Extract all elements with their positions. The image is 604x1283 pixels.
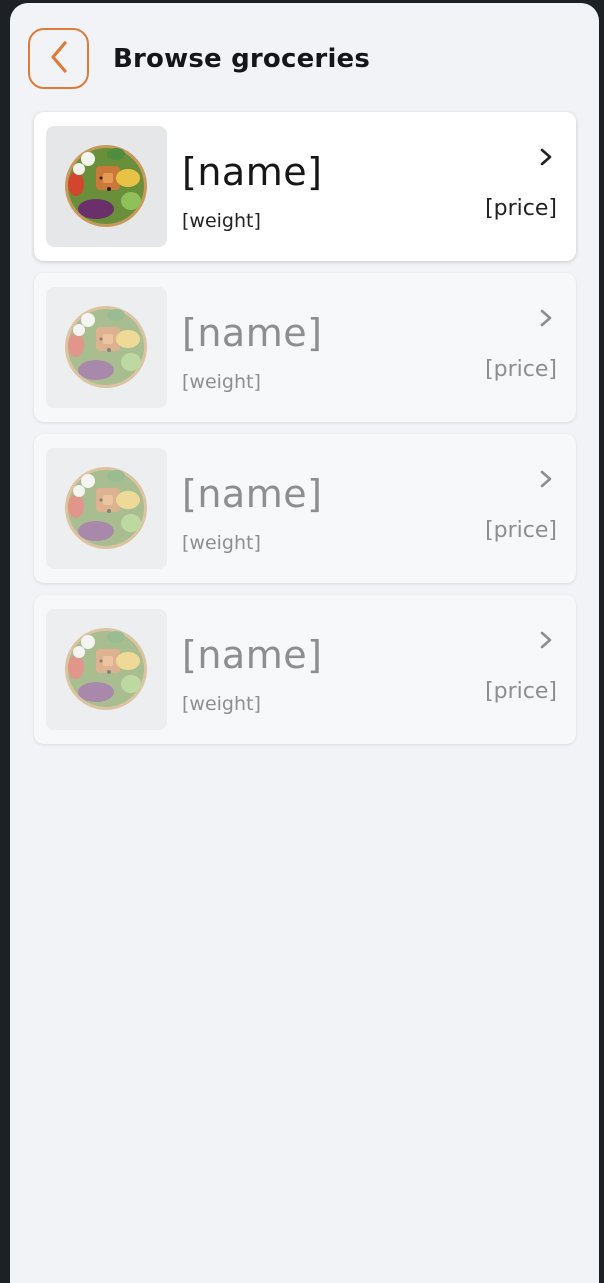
grocery-item[interactable]: [name] [weight] [price]	[34, 112, 576, 261]
chevron-right-icon	[538, 308, 554, 328]
item-price: [price]	[485, 196, 557, 221]
grocery-list: [name] [weight] [price] [name] [weight] …	[34, 112, 576, 756]
product-image	[46, 448, 167, 569]
item-weight: [weight]	[182, 210, 261, 232]
item-name: [name]	[182, 472, 323, 516]
page-title: Browse groceries	[113, 43, 371, 74]
grocery-item[interactable]: [name] [weight] [price]	[34, 595, 576, 744]
item-weight: [weight]	[182, 532, 261, 554]
product-image	[46, 126, 167, 247]
item-price: [price]	[485, 518, 557, 543]
item-weight: [weight]	[182, 371, 261, 393]
item-weight: [weight]	[182, 693, 261, 715]
product-image	[46, 287, 167, 408]
chevron-right-icon	[538, 469, 554, 489]
chevron-right-icon	[538, 630, 554, 650]
product-image	[46, 609, 167, 730]
item-name: [name]	[182, 633, 323, 677]
item-price: [price]	[485, 357, 557, 382]
item-name: [name]	[182, 311, 323, 355]
chevron-left-icon	[48, 40, 70, 78]
app-screen: Browse groceries [name] [weight] [price]…	[10, 3, 599, 1283]
grocery-item[interactable]: [name] [weight] [price]	[34, 273, 576, 422]
back-button[interactable]	[28, 28, 89, 89]
chevron-right-icon	[538, 147, 554, 167]
item-name: [name]	[182, 150, 323, 194]
header: Browse groceries	[28, 28, 370, 89]
grocery-item[interactable]: [name] [weight] [price]	[34, 434, 576, 583]
item-price: [price]	[485, 679, 557, 704]
